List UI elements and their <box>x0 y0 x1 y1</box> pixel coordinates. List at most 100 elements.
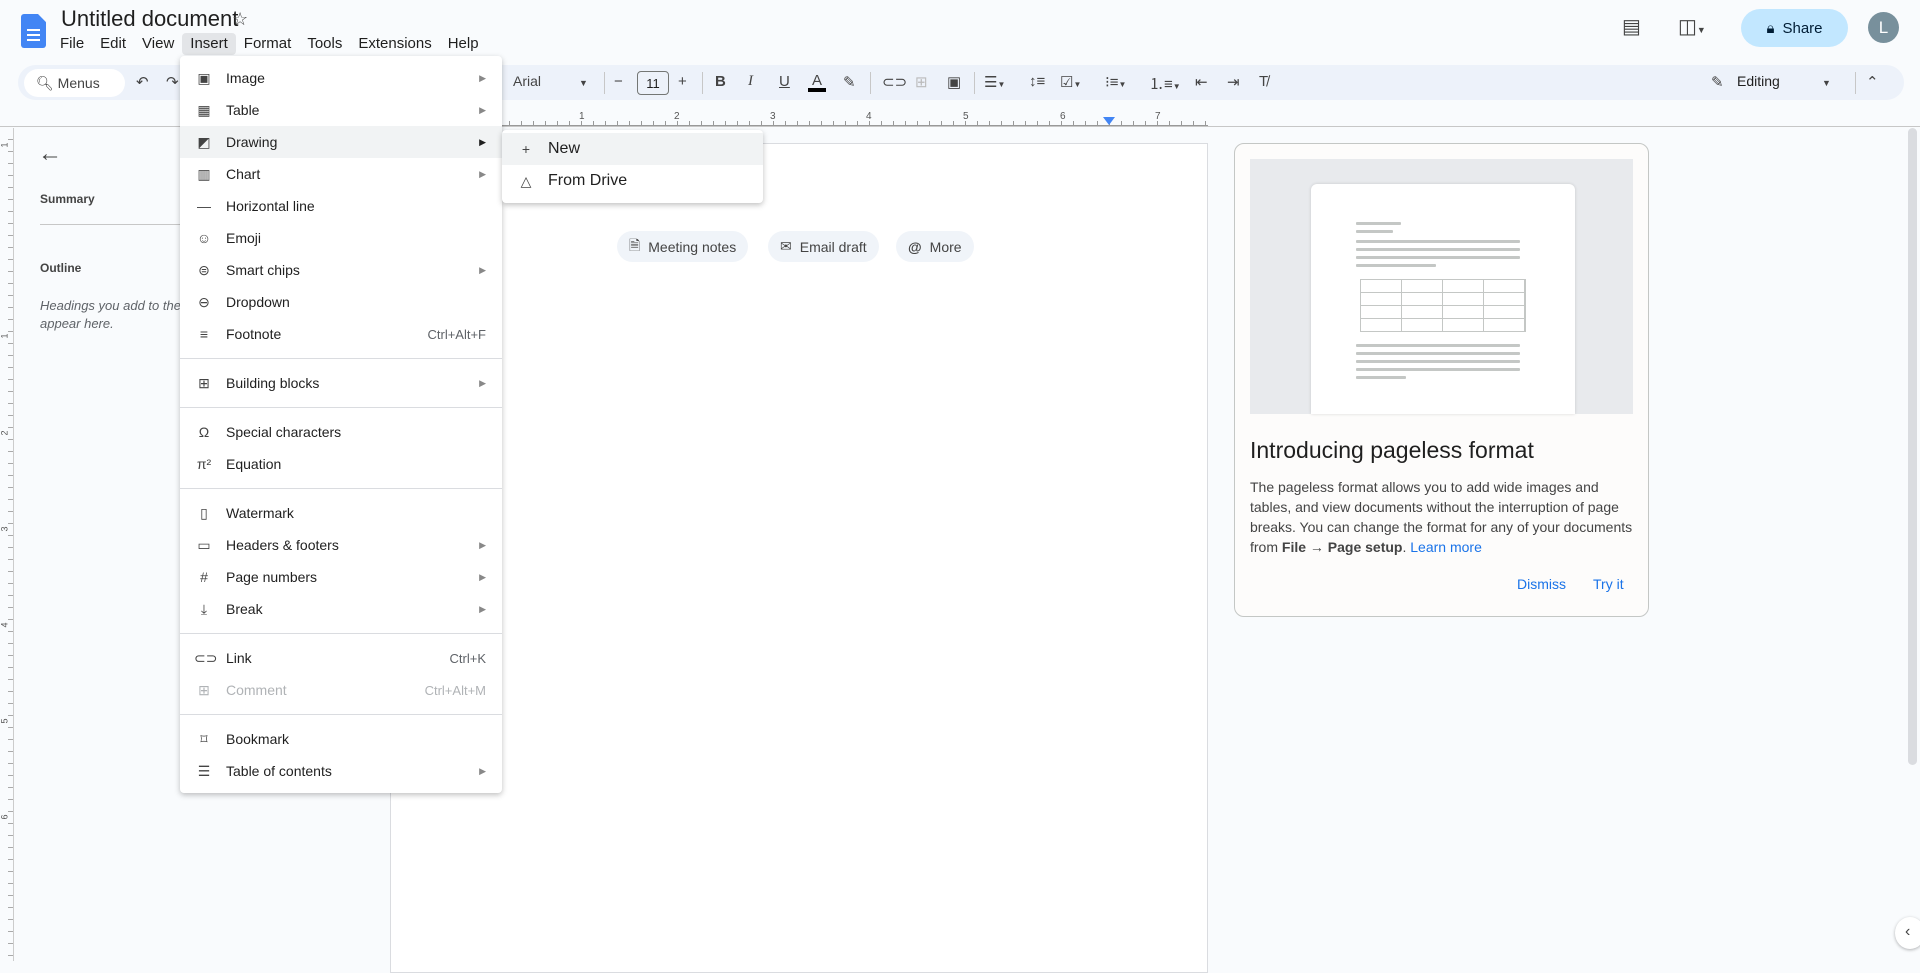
checklist-icon[interactable]: ☑▼ <box>1060 73 1081 91</box>
menu-separator <box>180 407 502 408</box>
outline-hint: Headings you add to the document will app… <box>40 297 190 333</box>
learn-more-link[interactable]: Learn more <box>1410 539 1482 555</box>
chip-label: Email draft <box>799 238 867 255</box>
try-it-button[interactable]: Try it <box>1593 576 1624 592</box>
submenu-arrow-icon: ▶ <box>479 72 486 83</box>
table-icon: ▦ <box>197 101 211 118</box>
document-page[interactable] <box>390 143 1208 973</box>
menu-item-label: Horizontal line <box>226 198 315 214</box>
menu-item-label: Break <box>226 601 263 617</box>
text-color-button[interactable]: A <box>808 73 826 92</box>
add-comment-icon: ⊞ <box>915 74 928 91</box>
redo-icon[interactable]: ↷ <box>166 73 179 91</box>
search-menus-button[interactable]: 🔍︎ Menus <box>24 69 125 97</box>
menu-item-table-of-contents[interactable]: ☰ Table of contents ▶ <box>180 755 502 787</box>
menu-item-chart[interactable]: ▥ Chart ▶ <box>180 158 502 190</box>
numbered-list-icon[interactable]: ⒈≡▼ <box>1149 73 1181 94</box>
menu-item-page-numbers[interactable]: # Page numbers ▶ <box>180 561 502 593</box>
menu-view[interactable]: View <box>134 33 182 55</box>
menu-item-table[interactable]: ▦ Table ▶ <box>180 94 502 126</box>
promo-path: File → Page setup <box>1281 539 1403 555</box>
italic-button[interactable]: I <box>748 73 753 90</box>
menu-item-image[interactable]: ▣ Image ▶ <box>180 62 502 94</box>
document-title[interactable]: Untitled document <box>61 6 238 32</box>
menubar: File Edit View Insert Format Tools Exten… <box>52 33 487 55</box>
ruler-number: 7 <box>1155 111 1161 122</box>
menu-item-link[interactable]: ⊂⊃ Link Ctrl+K <box>180 642 502 674</box>
menu-item-emoji[interactable]: ☺ Emoji <box>180 222 502 254</box>
submenu-arrow-icon: ▶ <box>479 168 486 179</box>
menu-item-watermark[interactable]: ▯ Watermark <box>180 497 502 529</box>
menu-file[interactable]: File <box>52 33 92 55</box>
clear-formatting-icon[interactable]: T̸ <box>1259 73 1268 90</box>
menu-help[interactable]: Help <box>440 33 487 55</box>
menu-item-smart-chips[interactable]: ⊜ Smart chips ▶ <box>180 254 502 286</box>
chevron-left-icon[interactable]: ‹ <box>1895 917 1920 949</box>
menu-format[interactable]: Format <box>236 33 300 55</box>
docs-logo[interactable] <box>21 14 46 48</box>
bold-button[interactable]: B <box>715 73 726 90</box>
right-indent-marker[interactable] <box>1103 117 1115 125</box>
smart-chips-icon: ⊜ <box>198 261 210 278</box>
share-label: Share <box>1782 19 1823 37</box>
menu-item-break[interactable]: ⤓ Break ▶ <box>180 593 502 625</box>
horizontal-ruler[interactable] <box>390 114 1208 126</box>
submenu-arrow-icon: ▶ <box>479 104 486 115</box>
scrollbar[interactable] <box>1908 128 1917 765</box>
menu-item-drawing[interactable]: ◩ Drawing ▶ <box>180 126 502 158</box>
divider <box>1855 72 1856 94</box>
email-draft-chip[interactable]: ✉︎ Email draft <box>768 231 879 262</box>
menu-item-new[interactable]: + New <box>502 133 763 165</box>
increase-indent-icon[interactable]: ⇥ <box>1227 73 1240 91</box>
building-blocks-icon: ⊞ <box>198 374 210 391</box>
insert-image-icon[interactable]: ▣ <box>947 73 961 91</box>
menu-extensions[interactable]: Extensions <box>350 33 439 55</box>
menu-item-label: From Drive <box>548 172 628 189</box>
shortcut: Ctrl+K <box>449 650 486 666</box>
font-size-input[interactable]: 11 <box>637 71 669 95</box>
share-button[interactable]: 🔒︎ Share <box>1741 9 1848 47</box>
menu-item-from-drive[interactable]: △ From Drive <box>502 165 763 197</box>
back-arrow-icon[interactable]: ← <box>38 140 62 168</box>
menu-item-horizontal-line[interactable]: — Horizontal line <box>180 190 502 222</box>
avatar[interactable]: L <box>1868 12 1899 43</box>
menu-item-label: Dropdown <box>226 294 290 310</box>
decrease-indent-icon[interactable]: ⇤ <box>1195 73 1208 91</box>
table-of-contents-icon: ☰ <box>197 762 211 779</box>
mode-dropdown-icon[interactable]: ▼ <box>1822 78 1831 88</box>
menu-item-building-blocks[interactable]: ⊞ Building blocks ▶ <box>180 367 502 399</box>
menu-item-footnote[interactable]: ≡ Footnote Ctrl+Alt+F <box>180 318 502 350</box>
highlighter-icon[interactable]: ✎ <box>843 73 856 91</box>
dismiss-button[interactable]: Dismiss <box>1517 576 1566 592</box>
decrease-font-size-button[interactable]: − <box>614 73 623 90</box>
undo-icon[interactable]: ↶ <box>136 73 149 91</box>
editing-mode-select[interactable]: Editing <box>1737 73 1780 89</box>
outline-hint-line1: Headings you add to the document will <box>40 298 190 313</box>
meet-video-icon[interactable]: ◫▼ <box>1678 14 1706 39</box>
chevron-up-icon[interactable]: ⌃ <box>1866 73 1879 91</box>
underline-button[interactable]: U <box>779 73 790 90</box>
submenu-arrow-icon: ▶ <box>479 765 486 776</box>
more-chip[interactable]: @ More <box>896 231 974 262</box>
menu-item-headers-footers[interactable]: ▭ Headers & footers ▶ <box>180 529 502 561</box>
insert-link-icon[interactable]: ⊂⊃ <box>882 73 907 91</box>
bulleted-list-icon[interactable]: ⁝≡▼ <box>1105 73 1126 91</box>
line-spacing-icon[interactable]: ↕≡ <box>1029 73 1045 90</box>
menu-tools[interactable]: Tools <box>299 33 350 55</box>
increase-font-size-button[interactable]: + <box>678 73 687 90</box>
menu-insert[interactable]: Insert <box>182 33 236 55</box>
font-select[interactable]: Arial <box>513 73 541 89</box>
menu-item-equation[interactable]: π² Equation <box>180 448 502 480</box>
comment-history-icon[interactable]: ▤ <box>1622 14 1641 39</box>
star-icon[interactable]: ☆ <box>232 9 248 30</box>
menu-item-dropdown[interactable]: ⊖ Dropdown <box>180 286 502 318</box>
align-icon[interactable]: ☰▼ <box>984 73 1005 91</box>
menu-edit[interactable]: Edit <box>92 33 134 55</box>
vertical-ruler[interactable] <box>0 128 14 961</box>
menu-item-label: Comment <box>226 682 287 698</box>
menu-item-special-characters[interactable]: Ω Special characters <box>180 416 502 448</box>
meeting-notes-chip[interactable]: 🗎︎ Meeting notes <box>617 231 749 262</box>
submenu-arrow-icon: ▶ <box>479 264 486 275</box>
font-dropdown-icon[interactable]: ▼ <box>579 78 588 88</box>
menu-item-bookmark[interactable]: ⌑ Bookmark <box>180 723 502 755</box>
